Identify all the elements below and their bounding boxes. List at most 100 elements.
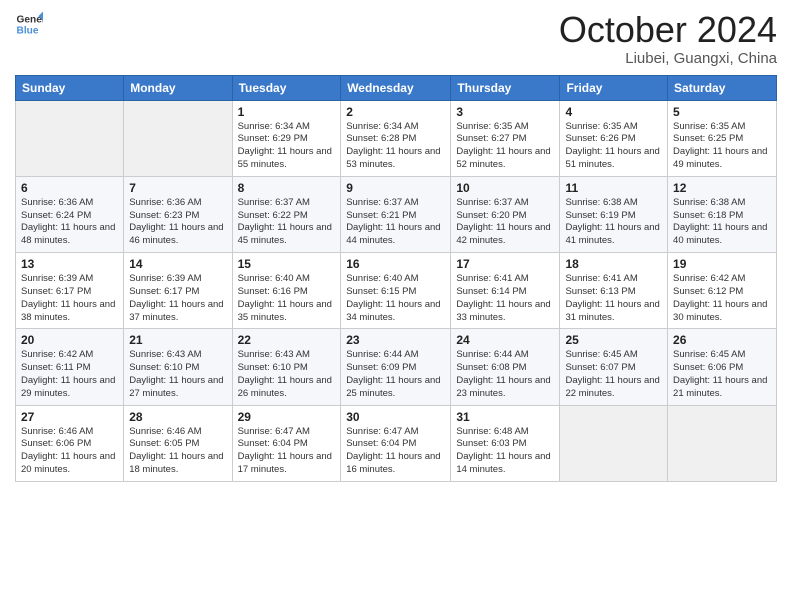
day-info: Sunrise: 6:43 AM Sunset: 6:10 PM Dayligh… [238,349,336,400]
day-number: 30 [346,410,445,424]
weekday-header-row: Sunday Monday Tuesday Wednesday Thursday… [16,75,777,100]
day-info: Sunrise: 6:35 AM Sunset: 6:26 PM Dayligh… [565,121,662,172]
logo: General Blue [15,10,43,38]
calendar-cell: 11 Sunrise: 6:38 AM Sunset: 6:19 PM Dayli… [560,176,668,252]
day-number: 15 [238,257,336,271]
title-month: October 2024 [559,10,777,50]
day-number: 13 [21,257,118,271]
day-number: 28 [129,410,226,424]
col-tuesday: Tuesday [232,75,341,100]
calendar-cell: 27 Sunrise: 6:46 AM Sunset: 6:06 PM Dayli… [16,405,124,481]
day-info: Sunrise: 6:45 AM Sunset: 6:07 PM Dayligh… [565,349,662,400]
calendar-cell: 21 Sunrise: 6:43 AM Sunset: 6:10 PM Dayli… [124,329,232,405]
day-number: 12 [673,181,771,195]
calendar-cell: 18 Sunrise: 6:41 AM Sunset: 6:13 PM Dayli… [560,253,668,329]
day-info: Sunrise: 6:47 AM Sunset: 6:04 PM Dayligh… [346,426,445,477]
calendar-cell: 16Sunrise: 6:40 AM Sunset: 6:15 PM Dayli… [341,253,451,329]
day-number: 29 [238,410,336,424]
title-block: October 2024 Liubei, Guangxi, China [559,10,777,67]
day-number: 9 [346,181,445,195]
day-number: 6 [21,181,118,195]
day-info: Sunrise: 6:37 AM Sunset: 6:20 PM Dayligh… [456,197,554,248]
day-number: 19 [673,257,771,271]
day-info: Sunrise: 6:41 AM Sunset: 6:14 PM Dayligh… [456,273,554,324]
calendar-cell [560,405,668,481]
day-number: 26 [673,333,771,347]
col-wednesday: Wednesday [341,75,451,100]
calendar-cell: 8Sunrise: 6:37 AM Sunset: 6:22 PM Daylig… [232,176,341,252]
calendar-cell: 7 Sunrise: 6:36 AM Sunset: 6:23 PM Daylig… [124,176,232,252]
calendar-cell: 20Sunrise: 6:42 AM Sunset: 6:11 PM Dayli… [16,329,124,405]
day-number: 7 [129,181,226,195]
calendar-cell: 29 Sunrise: 6:47 AM Sunset: 6:04 PM Dayli… [232,405,341,481]
calendar-cell: 2Sunrise: 6:34 AM Sunset: 6:28 PM Daylig… [341,100,451,176]
day-number: 10 [456,181,554,195]
day-number: 25 [565,333,662,347]
day-info: Sunrise: 6:46 AM Sunset: 6:05 PM Dayligh… [129,426,226,477]
logo-icon: General Blue [15,10,43,38]
day-number: 22 [238,333,336,347]
col-saturday: Saturday [668,75,777,100]
day-number: 1 [238,105,336,119]
day-info: Sunrise: 6:46 AM Sunset: 6:06 PM Dayligh… [21,426,118,477]
calendar-week-row: 6 Sunrise: 6:36 AM Sunset: 6:24 PM Daylig… [16,176,777,252]
calendar-cell: 13 Sunrise: 6:39 AM Sunset: 6:17 PM Dayli… [16,253,124,329]
col-sunday: Sunday [16,75,124,100]
calendar-cell: 31 Sunrise: 6:48 AM Sunset: 6:03 PM Dayli… [451,405,560,481]
calendar-cell: 30 Sunrise: 6:47 AM Sunset: 6:04 PM Dayli… [341,405,451,481]
calendar-cell: 17 Sunrise: 6:41 AM Sunset: 6:14 PM Dayli… [451,253,560,329]
calendar-cell [668,405,777,481]
day-number: 23 [346,333,445,347]
svg-text:Blue: Blue [17,25,39,36]
day-info: Sunrise: 6:39 AM Sunset: 6:17 PM Dayligh… [21,273,118,324]
calendar-cell [124,100,232,176]
day-info: Sunrise: 6:45 AM Sunset: 6:06 PM Dayligh… [673,349,771,400]
calendar-cell: 14Sunrise: 6:39 AM Sunset: 6:17 PM Dayli… [124,253,232,329]
calendar-table: Sunday Monday Tuesday Wednesday Thursday… [15,75,777,482]
calendar-week-row: 13 Sunrise: 6:39 AM Sunset: 6:17 PM Dayli… [16,253,777,329]
day-info: Sunrise: 6:36 AM Sunset: 6:24 PM Dayligh… [21,197,118,248]
day-info: Sunrise: 6:44 AM Sunset: 6:08 PM Dayligh… [456,349,554,400]
day-number: 2 [346,105,445,119]
calendar-cell: 9 Sunrise: 6:37 AM Sunset: 6:21 PM Daylig… [341,176,451,252]
calendar-cell: 24 Sunrise: 6:44 AM Sunset: 6:08 PM Dayli… [451,329,560,405]
col-thursday: Thursday [451,75,560,100]
day-number: 31 [456,410,554,424]
day-info: Sunrise: 6:40 AM Sunset: 6:16 PM Dayligh… [238,273,336,324]
day-number: 20 [21,333,118,347]
day-number: 4 [565,105,662,119]
calendar-cell: 19Sunrise: 6:42 AM Sunset: 6:12 PM Dayli… [668,253,777,329]
day-info: Sunrise: 6:38 AM Sunset: 6:18 PM Dayligh… [673,197,771,248]
day-number: 24 [456,333,554,347]
col-monday: Monday [124,75,232,100]
day-info: Sunrise: 6:41 AM Sunset: 6:13 PM Dayligh… [565,273,662,324]
day-info: Sunrise: 6:44 AM Sunset: 6:09 PM Dayligh… [346,349,445,400]
day-info: Sunrise: 6:39 AM Sunset: 6:17 PM Dayligh… [129,273,226,324]
calendar-cell: 15 Sunrise: 6:40 AM Sunset: 6:16 PM Dayli… [232,253,341,329]
day-info: Sunrise: 6:35 AM Sunset: 6:25 PM Dayligh… [673,121,771,172]
day-info: Sunrise: 6:34 AM Sunset: 6:29 PM Dayligh… [238,121,336,172]
title-location: Liubei, Guangxi, China [559,50,777,67]
day-info: Sunrise: 6:48 AM Sunset: 6:03 PM Dayligh… [456,426,554,477]
calendar-cell [16,100,124,176]
day-info: Sunrise: 6:37 AM Sunset: 6:21 PM Dayligh… [346,197,445,248]
calendar-cell: 10 Sunrise: 6:37 AM Sunset: 6:20 PM Dayli… [451,176,560,252]
calendar-week-row: 27 Sunrise: 6:46 AM Sunset: 6:06 PM Dayli… [16,405,777,481]
day-info: Sunrise: 6:43 AM Sunset: 6:10 PM Dayligh… [129,349,226,400]
day-info: Sunrise: 6:47 AM Sunset: 6:04 PM Dayligh… [238,426,336,477]
calendar-cell: 5 Sunrise: 6:35 AM Sunset: 6:25 PM Daylig… [668,100,777,176]
calendar-cell: 6 Sunrise: 6:36 AM Sunset: 6:24 PM Daylig… [16,176,124,252]
day-number: 18 [565,257,662,271]
header: General Blue October 2024 Liubei, Guangx… [15,10,777,67]
day-number: 17 [456,257,554,271]
col-friday: Friday [560,75,668,100]
day-number: 16 [346,257,445,271]
day-info: Sunrise: 6:38 AM Sunset: 6:19 PM Dayligh… [565,197,662,248]
day-number: 21 [129,333,226,347]
day-info: Sunrise: 6:36 AM Sunset: 6:23 PM Dayligh… [129,197,226,248]
day-number: 11 [565,181,662,195]
day-number: 27 [21,410,118,424]
calendar-cell: 28 Sunrise: 6:46 AM Sunset: 6:05 PM Dayli… [124,405,232,481]
calendar-cell: 1 Sunrise: 6:34 AM Sunset: 6:29 PM Daylig… [232,100,341,176]
day-number: 5 [673,105,771,119]
